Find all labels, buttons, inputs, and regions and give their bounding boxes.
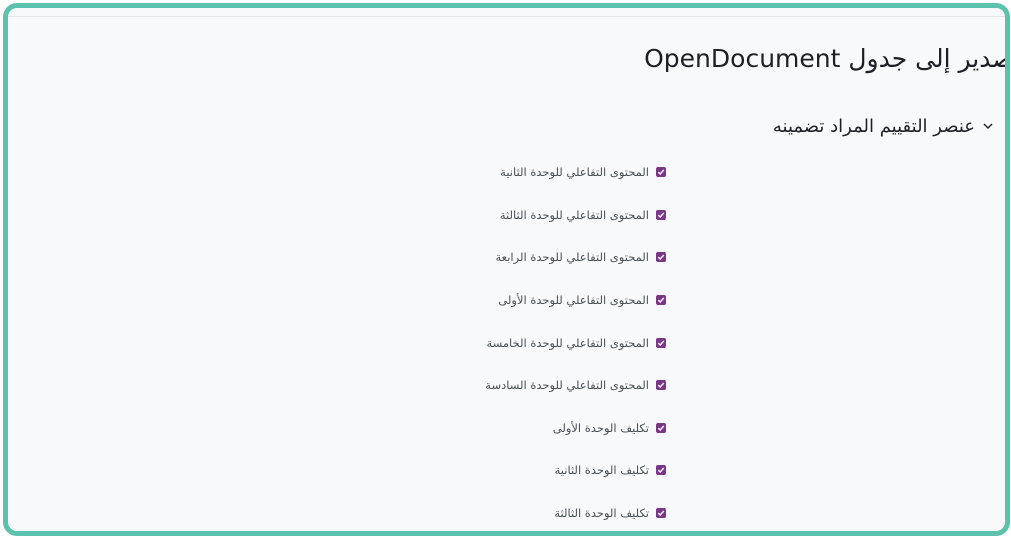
grade-item-label: تكليف الوحدة الثالثة <box>554 506 649 521</box>
checkbox-checked-icon[interactable] <box>656 295 666 306</box>
grade-item-label: المحتوى التفاعلي للوحدة الخامسة <box>486 335 649 350</box>
grade-item[interactable]: تكليف الوحدة الثالثة <box>266 492 666 531</box>
section-title: عنصر التقييم المراد تضمينه <box>772 116 975 137</box>
screenshot-frame: تصدير إلى جدول OpenDocument عنصر التقييم… <box>3 3 1010 536</box>
checkbox-checked-icon[interactable] <box>656 337 666 348</box>
checkbox-checked-icon[interactable] <box>656 209 666 220</box>
grade-item[interactable]: المحتوى التفاعلي للوحدة الخامسة <box>266 321 666 364</box>
page-title: تصدير إلى جدول OpenDocument <box>644 44 1010 73</box>
grade-item[interactable]: المحتوى التفاعلي للوحدة السادسة <box>266 364 666 407</box>
grade-item-label: المحتوى التفاعلي للوحدة الرابعة <box>495 250 649 265</box>
grade-item-label: تكليف الوحدة الثانية <box>554 463 649 478</box>
checkbox-checked-icon[interactable] <box>656 422 666 433</box>
grade-item-label: المحتوى التفاعلي للوحدة السادسة <box>485 378 649 393</box>
grade-item[interactable]: المحتوى التفاعلي للوحدة الثانية <box>266 151 666 194</box>
grade-item[interactable]: المحتوى التفاعلي للوحدة الثالثة <box>266 194 666 237</box>
chevron-down-icon[interactable] <box>981 120 995 134</box>
checkbox-checked-icon[interactable] <box>656 465 666 476</box>
grade-item[interactable]: تكليف الوحدة الأولى <box>266 407 666 450</box>
grade-item[interactable]: المحتوى التفاعلي للوحدة الأولى <box>266 279 666 322</box>
grade-item-label: المحتوى التفاعلي للوحدة الثالثة <box>499 207 649 222</box>
top-divider <box>8 16 1005 17</box>
grade-item-label: المحتوى التفاعلي للوحدة الأولى <box>498 293 649 308</box>
checkbox-checked-icon[interactable] <box>656 252 666 263</box>
checkbox-checked-icon[interactable] <box>656 508 666 519</box>
grade-item-label: المحتوى التفاعلي للوحدة الثانية <box>500 165 649 180</box>
grade-item[interactable]: تكليف الوحدة الثانية <box>266 449 666 492</box>
grade-items-section-header[interactable]: عنصر التقييم المراد تضمينه <box>773 116 995 137</box>
grade-item-label: تكليف الوحدة الأولى <box>552 420 649 435</box>
checkbox-checked-icon[interactable] <box>656 380 666 391</box>
grade-items-list: المحتوى التفاعلي للوحدة الثانية المحتوى … <box>266 151 666 531</box>
checkbox-checked-icon[interactable] <box>656 167 666 178</box>
grade-item[interactable]: المحتوى التفاعلي للوحدة الرابعة <box>266 236 666 279</box>
